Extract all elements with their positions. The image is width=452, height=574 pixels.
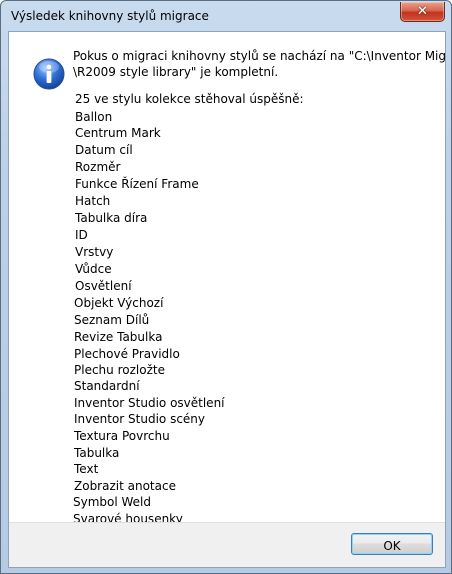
style-list-item: Text <box>74 462 99 476</box>
style-list-item: Tabulka díra <box>75 211 148 225</box>
message-panel: Pokus o migraci knihovny stylů se nacház… <box>9 32 445 526</box>
style-list-item: Symbol Weld <box>73 495 152 509</box>
style-list-item: Plechu rozložte <box>74 363 165 377</box>
style-list-item: Ballon <box>75 110 113 124</box>
style-list-item: Objekt Výchozí <box>74 296 164 310</box>
dialog-window: Výsledek knihovny stylů migrace ✕ Pokus … <box>0 0 452 574</box>
style-list-item: Inventor Studio scény <box>74 412 206 426</box>
style-list-item: Vůdce <box>75 262 112 276</box>
title-bar[interactable]: Výsledek knihovny stylů migrace ✕ <box>1 1 451 31</box>
style-list-item: Vrstvy <box>75 245 114 259</box>
close-button[interactable]: ✕ <box>400 2 445 22</box>
message-line: Pokus o migraci knihovny stylů se nacház… <box>73 49 446 63</box>
style-list-item: Tabulka <box>74 446 120 460</box>
information-icon <box>33 58 65 90</box>
message-line: \R2009 style library" je kompletní. <box>73 65 279 79</box>
style-list-item: Standardní <box>74 379 140 393</box>
style-list-item: Revize Tabulka <box>74 330 163 344</box>
style-list-item: Seznam Dílů <box>74 313 150 327</box>
style-list-item: Zobrazit anotace <box>74 479 176 493</box>
window-title: Výsledek knihovny stylů migrace <box>11 9 209 23</box>
style-list-item: ID <box>75 228 88 242</box>
style-list-item: Funkce Řízení Frame <box>75 177 199 191</box>
close-icon: ✕ <box>417 4 428 19</box>
style-list-item: Textura Povrchu <box>74 429 170 443</box>
migration-summary: 25 ve stylu kolekce stěhoval úspěšně: <box>75 92 304 106</box>
style-list-item: Inventor Studio osvětlení <box>74 396 225 410</box>
style-list-item: Rozměr <box>75 160 121 174</box>
ok-button[interactable]: OK <box>351 533 433 555</box>
style-list-item: Hatch <box>75 194 111 208</box>
style-list-item: Plechové Pravidlo <box>74 347 180 361</box>
style-list-item: Osvětlení <box>75 279 132 293</box>
dialog-client-area: Pokus o migraci knihovny stylů se nacház… <box>8 31 446 568</box>
button-bar: OK <box>9 522 445 567</box>
style-list-item: Centrum Mark <box>75 126 161 140</box>
migration-message: Pokus o migraci knihovny stylů se nacház… <box>73 48 445 80</box>
style-list-item: Datum cíl <box>75 143 133 157</box>
